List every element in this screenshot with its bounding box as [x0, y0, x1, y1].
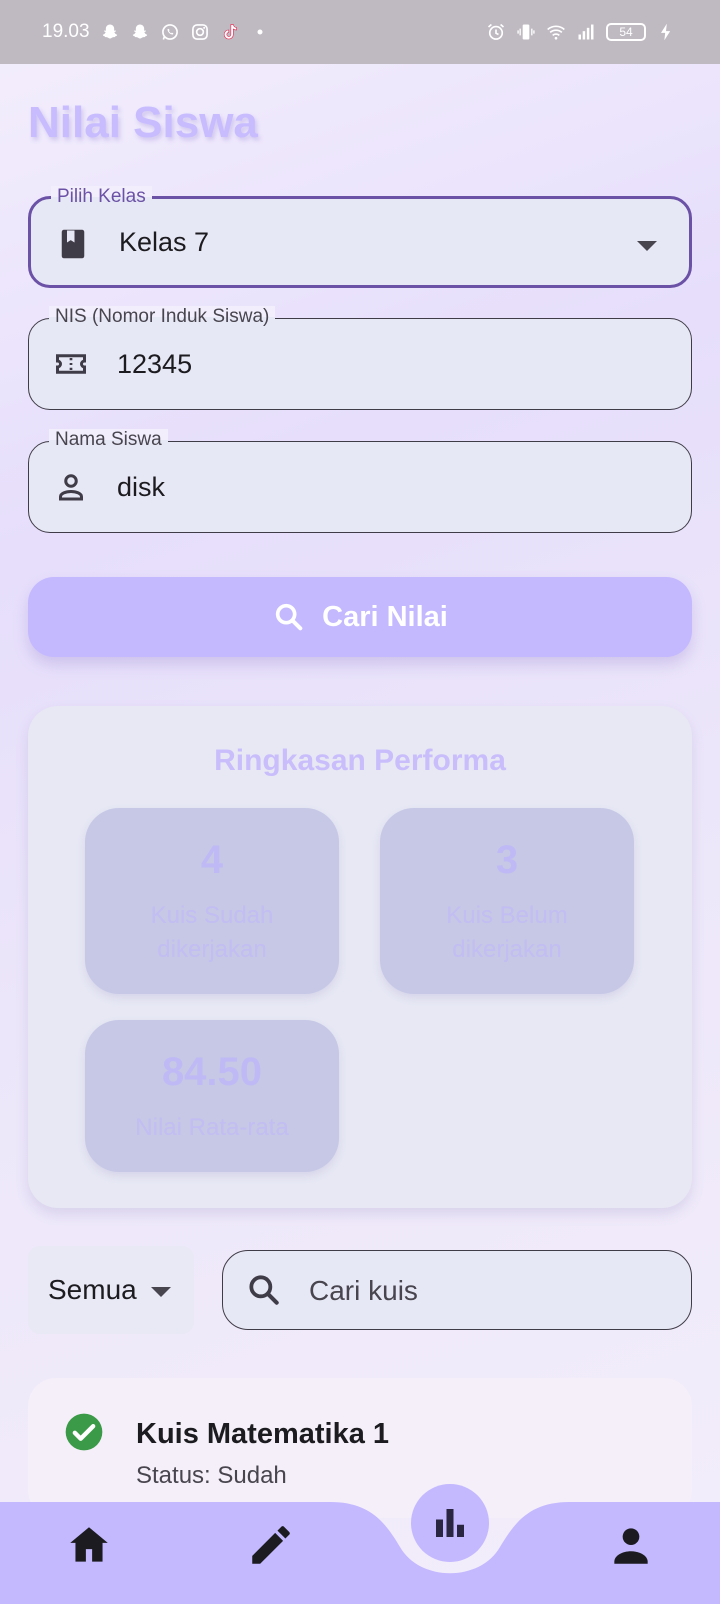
- snapchat-icon: [102, 24, 117, 39]
- quiz-search-input[interactable]: [309, 1271, 669, 1311]
- stat-quiz-done-label-2: dikerjakan: [157, 936, 267, 963]
- nis-label: NIS (Nomor Induk Siswa): [49, 306, 276, 328]
- stat-average-score: 84.50 Nilai Rata-rata: [85, 1020, 339, 1172]
- quiz-title: Kuis Matematika 1: [136, 1418, 390, 1450]
- battery-icon: 54: [606, 23, 646, 41]
- battery-level: 54: [619, 25, 633, 39]
- charging-icon: [661, 23, 671, 41]
- status-bar-right: 54: [486, 22, 676, 42]
- nav-home[interactable]: [64, 1520, 114, 1570]
- instagram-icon: [191, 24, 208, 40]
- vibrate-icon: [517, 24, 535, 40]
- performance-summary-card: Ringkasan Performa 4 Kuis Sudah dikerjak…: [28, 706, 692, 1208]
- signal-icon: [578, 24, 594, 40]
- student-name-value: disk: [117, 471, 166, 502]
- whatsapp-icon: [161, 24, 178, 40]
- student-name-label: Nama Siswa: [49, 429, 168, 451]
- tiktok-icon: [223, 24, 237, 40]
- student-name-field[interactable]: Nama Siswa disk: [28, 429, 692, 533]
- snapchat-icon: [132, 24, 147, 39]
- status-filter-value: Semua: [48, 1274, 137, 1305]
- nav-profile[interactable]: [606, 1520, 656, 1570]
- stat-average-score-value: 84.50: [161, 1050, 263, 1094]
- chevron-down-icon: [637, 241, 657, 251]
- nis-field[interactable]: NIS (Nomor Induk Siswa) 12345: [28, 306, 692, 410]
- status-filter-dropdown[interactable]: Semua: [28, 1246, 194, 1334]
- home-icon: [70, 1527, 108, 1562]
- profile-icon: [614, 1528, 648, 1564]
- summary-title: Ringkasan Performa: [214, 744, 506, 777]
- book-icon: [61, 229, 85, 259]
- ticket-icon: [56, 354, 86, 374]
- search-score-label: Cari Nilai: [322, 600, 448, 633]
- class-select-dropdown[interactable]: Pilih Kelas Kelas 7: [28, 186, 692, 288]
- quiz-search-box[interactable]: [222, 1250, 692, 1330]
- nav-edit[interactable]: [246, 1520, 296, 1570]
- search-score-button[interactable]: Cari Nilai: [28, 577, 692, 657]
- class-select-value: Kelas 7: [119, 226, 210, 257]
- status-time: 19.03: [42, 21, 90, 42]
- wifi-icon: [547, 25, 565, 40]
- page-title: Nilai Siswa: [28, 98, 258, 147]
- class-select-label: Pilih Kelas: [51, 186, 152, 208]
- nav-scores[interactable]: [411, 1484, 489, 1562]
- dot-icon: [257, 29, 263, 35]
- bar-chart-icon: [436, 1509, 464, 1537]
- search-icon: [249, 1275, 279, 1305]
- quiz-status: Status: Sudah: [136, 1462, 287, 1489]
- stat-quiz-pending-label-2: dikerjakan: [452, 936, 562, 963]
- person-icon: [59, 474, 83, 501]
- stat-quiz-done-label-1: Kuis Sudah: [150, 902, 274, 929]
- stat-quiz-pending-value: 3: [495, 838, 519, 882]
- stat-average-score-label: Nilai Rata-rata: [135, 1114, 289, 1141]
- chevron-down-icon: [150, 1287, 171, 1297]
- stat-quiz-pending-label-1: Kuis Belum: [446, 902, 568, 929]
- nis-value: 12345: [117, 348, 193, 379]
- alarm-icon: [487, 23, 505, 40]
- search-icon: [275, 603, 303, 631]
- stat-quiz-pending: 3 Kuis Belum dikerjakan: [380, 808, 634, 994]
- status-bar: 19.03 54: [0, 0, 720, 64]
- quiz-list-item[interactable]: Kuis Matematika 1 Status: Sudah: [28, 1378, 692, 1518]
- status-bar-left: 19.03: [42, 21, 270, 43]
- stat-quiz-done: 4 Kuis Sudah dikerjakan: [85, 808, 339, 994]
- stat-quiz-done-value: 4: [200, 838, 224, 882]
- check-circle-icon: [65, 1413, 103, 1451]
- edit-icon: [252, 1526, 290, 1564]
